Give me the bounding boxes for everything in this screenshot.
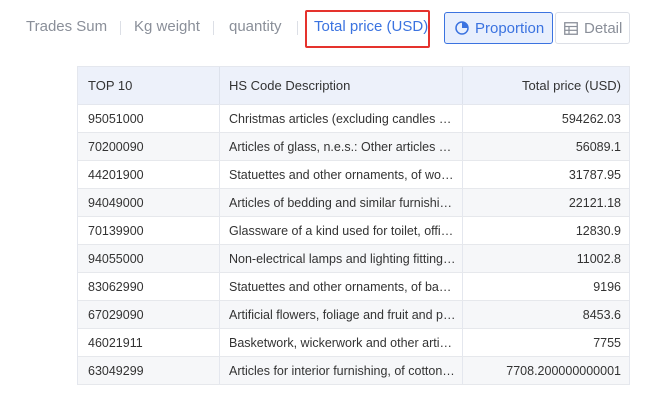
total-price-cell: 56089.1 xyxy=(575,139,621,154)
description-text: Christmas articles (excluding candles an… xyxy=(229,111,456,126)
total-price-cell: 11002.8 xyxy=(576,251,621,266)
table-row[interactable]: 95051000 Christmas articles (excluding c… xyxy=(78,105,629,133)
total-price-cell: 7755 xyxy=(593,335,621,350)
description-text: Glassware of a kind used for toilet, off… xyxy=(229,223,456,238)
top10-table: TOP 10 HS Code Description Total price (… xyxy=(77,66,630,385)
hs-code-cell: 94055000 xyxy=(78,245,220,272)
table-icon xyxy=(564,21,578,35)
table-header: TOP 10 HS Code Description Total price (… xyxy=(78,66,629,105)
description-text: Statuettes and other ornaments, of wood … xyxy=(229,167,456,182)
description-text: Articles for interior furnishing, of cot… xyxy=(229,363,456,378)
proportion-button[interactable]: Proportion xyxy=(444,12,553,44)
total-price-cell: 9196 xyxy=(593,279,621,294)
tab-kg-weight[interactable]: Kg weight xyxy=(134,18,200,35)
description-text: Articles of glass, n.e.s.: Other article… xyxy=(229,139,456,154)
description-text: Basketwork, wickerwork and other article… xyxy=(229,335,456,350)
total-price-cell: 7708.200000000001 xyxy=(506,363,621,378)
description-text: Non-electrical lamps and lighting fittin… xyxy=(229,251,456,266)
tab-separator xyxy=(297,21,298,35)
column-header-total-price[interactable]: Total price (USD) xyxy=(463,67,629,104)
table-row[interactable]: 70139900 Glassware of a kind used for to… xyxy=(78,217,629,245)
description-cell: Articles for interior furnishing, of cot… xyxy=(220,357,463,384)
table-row[interactable]: 94055000 Non-electrical lamps and lighti… xyxy=(78,245,629,273)
description-cell: Statuettes and other ornaments, of wood … xyxy=(220,161,463,188)
metric-tabs: Trades Sum Kg weight quantity Total pric… xyxy=(0,0,647,54)
description-cell: Articles of glass, n.e.s.: Other article… xyxy=(220,133,463,160)
proportion-label: Proportion xyxy=(475,19,545,37)
table-row[interactable]: 46021911 Basketwork, wickerwork and othe… xyxy=(78,329,629,357)
hs-code-cell: 44201900 xyxy=(78,161,220,188)
table-row[interactable]: 44201900 Statuettes and other ornaments,… xyxy=(78,161,629,189)
total-price-cell: 22121.18 xyxy=(568,195,621,210)
hs-code-cell: 94049000 xyxy=(78,189,220,216)
hs-code-cell: 46021911 xyxy=(78,329,220,356)
description-cell: Glassware of a kind used for toilet, off… xyxy=(220,217,463,244)
table-body: 95051000 Christmas articles (excluding c… xyxy=(78,105,629,385)
table-row[interactable]: 83062990 Statuettes and other ornaments,… xyxy=(78,273,629,301)
tab-trades-sum[interactable]: Trades Sum xyxy=(26,18,107,35)
description-cell: Artificial flowers, foliage and fruit an… xyxy=(220,301,463,328)
detail-button[interactable]: Detail xyxy=(555,12,630,44)
total-price-cell: 594262.03 xyxy=(561,111,621,126)
column-header-top10[interactable]: TOP 10 xyxy=(78,67,220,104)
tab-separator xyxy=(213,21,214,35)
tab-quantity[interactable]: quantity xyxy=(229,18,282,35)
hs-code-cell: 70200090 xyxy=(78,133,220,160)
hs-code-cell: 83062990 xyxy=(78,273,220,300)
description-cell: Basketwork, wickerwork and other article… xyxy=(220,329,463,356)
pie-chart-icon xyxy=(455,21,469,35)
total-price-cell: 31787.95 xyxy=(568,167,621,182)
description-text: Artificial flowers, foliage and fruit an… xyxy=(229,307,456,322)
table-row[interactable]: 94049000 Articles of bedding and similar… xyxy=(78,189,629,217)
table-row[interactable]: 70200090 Articles of glass, n.e.s.: Othe… xyxy=(78,133,629,161)
description-cell: Articles of bedding and similar furnishi… xyxy=(220,189,463,216)
detail-label: Detail xyxy=(584,19,623,37)
tab-separator xyxy=(120,21,121,35)
description-text: Articles of bedding and similar furnishi… xyxy=(229,195,456,210)
description-cell: Non-electrical lamps and lighting fittin… xyxy=(220,245,463,272)
column-header-description[interactable]: HS Code Description xyxy=(220,67,463,104)
hs-code-cell: 63049299 xyxy=(78,357,220,384)
tab-total-price[interactable]: Total price (USD) xyxy=(314,18,428,35)
description-cell: Statuettes and other ornaments, of base … xyxy=(220,273,463,300)
table-row[interactable]: 63049299 Articles for interior furnishin… xyxy=(78,357,629,385)
hs-code-cell: 95051000 xyxy=(78,105,220,132)
total-price-cell: 12830.9 xyxy=(575,223,621,238)
hs-code-cell: 67029090 xyxy=(78,301,220,328)
description-cell: Christmas articles (excluding candles an… xyxy=(220,105,463,132)
total-price-cell: 8453.6 xyxy=(582,307,621,322)
description-text: Statuettes and other ornaments, of base … xyxy=(229,279,456,294)
hs-code-cell: 70139900 xyxy=(78,217,220,244)
table-row[interactable]: 67029090 Artificial flowers, foliage and… xyxy=(78,301,629,329)
